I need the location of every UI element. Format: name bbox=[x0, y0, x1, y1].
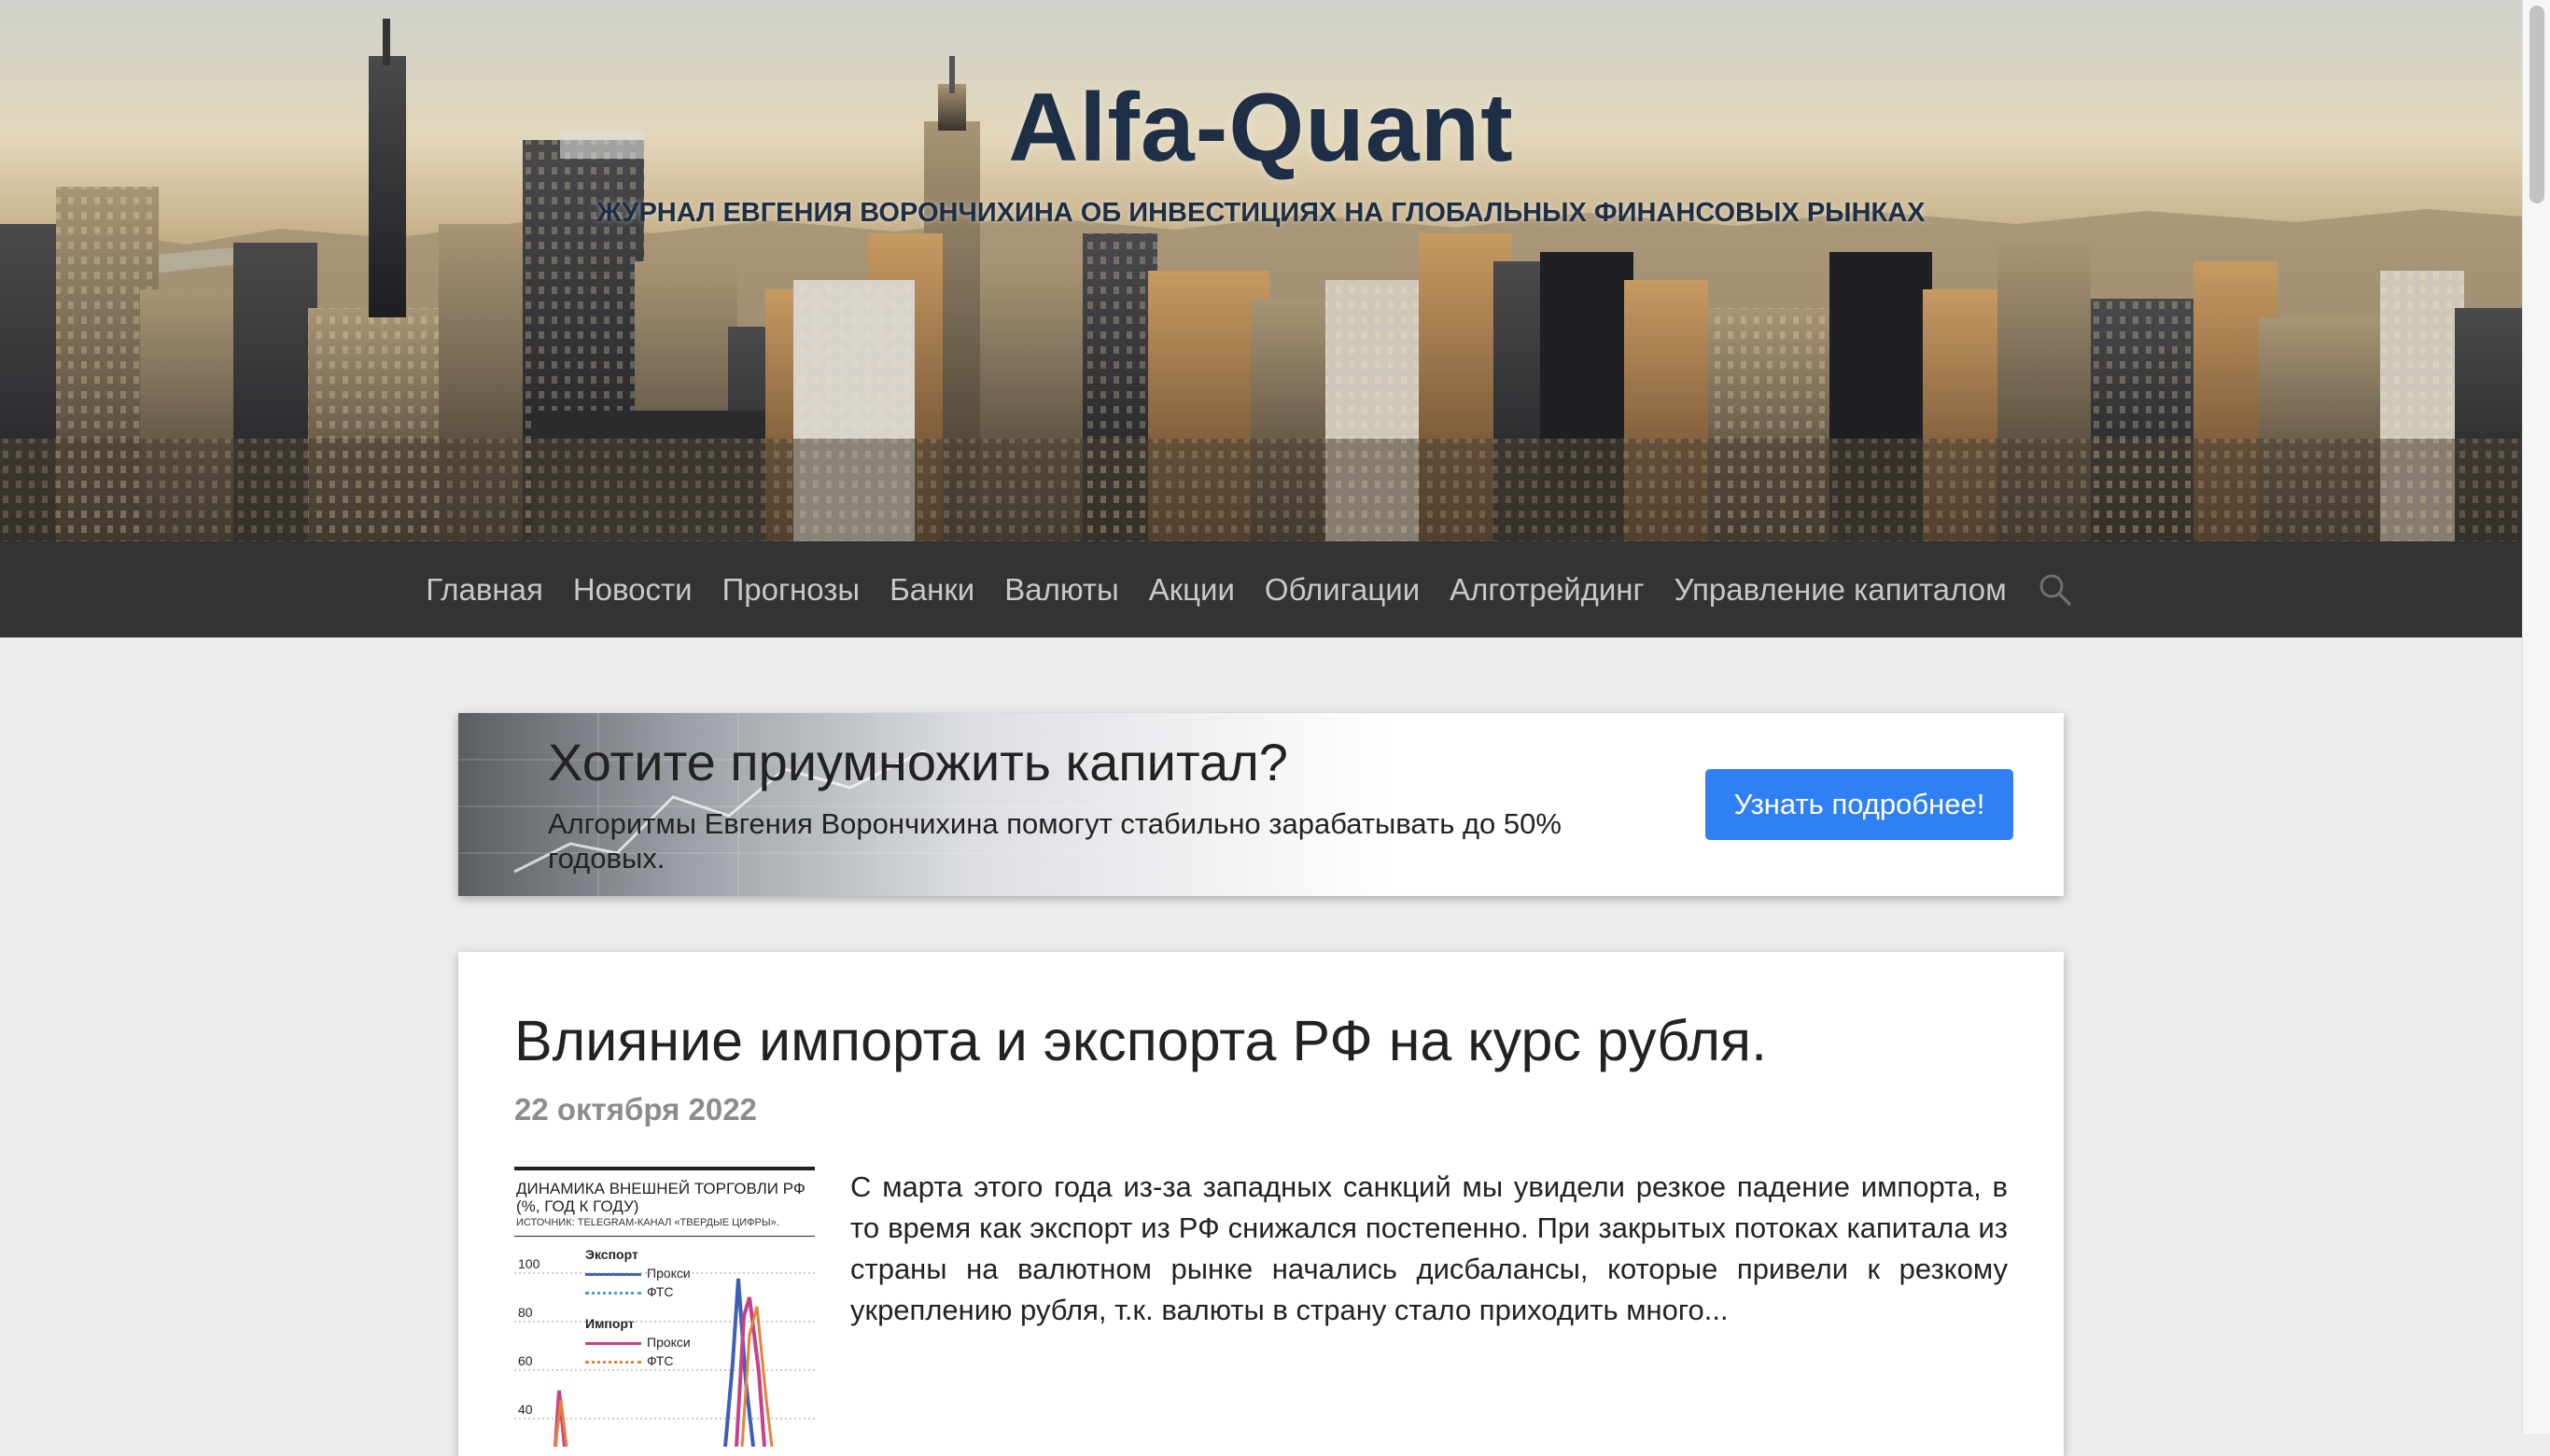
nav-item-stocks[interactable]: Акции bbox=[1134, 572, 1250, 608]
nav-item-forecasts[interactable]: Прогнозы bbox=[708, 572, 876, 608]
nav-item-bonds[interactable]: Облигации bbox=[1250, 572, 1435, 608]
promo-title: Хотите приумножить капитал? bbox=[548, 733, 1288, 791]
site-header: Alfa-Quant ЖУРНАЛ ЕВГЕНИЯ ВОРОНЧИХИНА ОБ… bbox=[0, 0, 2522, 541]
promo-text: Алгоритмы Евгения Ворончихина помогут ст… bbox=[548, 807, 1562, 875]
promo-banner: Хотите приумножить капитал? Алгоритмы Ев… bbox=[458, 713, 2064, 896]
article-card: Влияние импорта и экспорта РФ на курс ру… bbox=[458, 952, 2064, 1456]
article-date: 22 октября 2022 bbox=[514, 1092, 757, 1127]
nav-item-currencies[interactable]: Валюты bbox=[989, 572, 1133, 608]
thumbnail-chart-lines bbox=[514, 1272, 815, 1447]
nav-item-news[interactable]: Новости bbox=[558, 572, 708, 608]
search-icon[interactable] bbox=[2027, 571, 2083, 609]
page-scrollbar[interactable] bbox=[2522, 0, 2550, 1434]
learn-more-button[interactable]: Узнать подробнее! bbox=[1705, 769, 2013, 840]
main-navigation: Главная Новости Прогнозы Банки Валюты Ак… bbox=[0, 541, 2522, 637]
article-excerpt: С марта этого года из-за западных санкци… bbox=[850, 1170, 2008, 1326]
site-title[interactable]: Alfa-Quant bbox=[0, 73, 2522, 184]
article-thumbnail[interactable]: ДИНАМИКА ВНЕШНЕЙ ТОРГОВЛИ РФ (%, ГОД К Г… bbox=[514, 1167, 815, 1447]
nav-item-home[interactable]: Главная bbox=[411, 572, 558, 608]
site-tagline: ЖУРНАЛ ЕВГЕНИЯ ВОРОНЧИХИНА ОБ ИНВЕСТИЦИЯ… bbox=[596, 198, 1926, 228]
nav-item-capital-management[interactable]: Управление капиталом bbox=[1660, 572, 2022, 608]
nav-item-banks[interactable]: Банки bbox=[875, 572, 989, 608]
article-title[interactable]: Влияние импорта и экспорта РФ на курс ру… bbox=[514, 1008, 1767, 1073]
nav-item-algotrading[interactable]: Алготрейдинг bbox=[1435, 572, 1659, 608]
scrollbar-thumb[interactable] bbox=[2529, 6, 2544, 203]
